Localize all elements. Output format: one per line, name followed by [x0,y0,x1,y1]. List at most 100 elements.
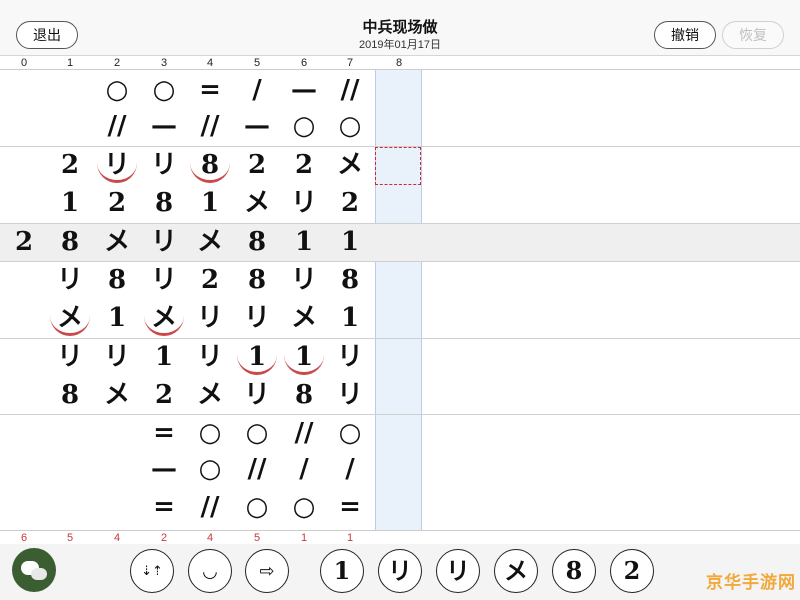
smile-button[interactable]: ◡ [188,549,232,593]
grid-cell[interactable]: リ [97,339,137,375]
grid-cell[interactable]: リ [284,185,324,221]
symbol-button-eight[interactable]: 8 [552,549,596,593]
grid-cell[interactable]: 8 [144,185,184,221]
grid-cell[interactable]: リ [237,377,277,413]
grid-cell[interactable]: 2 [4,224,44,260]
column-number: 8 [395,57,403,69]
grid-cell[interactable]: ○ [237,489,277,525]
grid-cell[interactable]: / [284,451,324,487]
watermark-logo: 京华手游网 [706,573,796,592]
grid-cell[interactable]: — [284,72,324,108]
row-divider [0,414,800,415]
grid-cell[interactable]: リ [190,300,230,336]
grid-cell[interactable]: ○ [190,415,230,451]
grid-cell[interactable]: 1 [50,185,90,221]
selected-cell[interactable] [375,147,421,185]
grid-cell[interactable]: 8 [50,377,90,413]
column-count: 2 [160,532,168,544]
column-number: 7 [346,57,354,69]
column-count: 4 [113,532,121,544]
grid-cell[interactable]: メ [237,185,277,221]
grid-cell[interactable]: ○ [237,415,277,451]
grid-cell[interactable]: 1 [190,185,230,221]
grid-cell[interactable]: // [190,108,230,144]
grid-cell[interactable]: 2 [97,185,137,221]
grid-cell[interactable]: 2 [50,147,90,183]
column-number: 2 [113,57,121,69]
grid-cell[interactable]: 8 [237,262,277,298]
grid-cell[interactable]: 8 [284,377,324,413]
smile-icon: ◡ [202,561,218,581]
redo-button[interactable]: 恢复 [722,21,784,49]
grid-cell[interactable]: / [237,72,277,108]
grid-cell[interactable]: // [284,415,324,451]
grid-cell[interactable]: メ [97,377,137,413]
grid-cell[interactable]: // [190,489,230,525]
symbol-button-ri[interactable]: リ [378,549,422,593]
exit-button[interactable]: 退出 [16,21,78,49]
grid-cell[interactable]: // [330,72,370,108]
symbol-button-ri-alt[interactable]: リ [436,549,480,593]
grid-cell[interactable]: 2 [144,377,184,413]
grid-cell[interactable]: リ [50,262,90,298]
grid-cell[interactable]: 2 [330,185,370,221]
grid-cell[interactable]: 2 [190,262,230,298]
grid-cell[interactable]: 8 [50,224,90,260]
grid-cell[interactable]: — [237,108,277,144]
wechat-icon[interactable] [12,548,56,592]
grid-cell[interactable]: メ [330,147,370,183]
grid-cell[interactable]: — [144,108,184,144]
grid-cell[interactable]: メ [50,300,90,336]
grid-cell[interactable]: ○ [284,489,324,525]
grid-cell[interactable]: メ [284,300,324,336]
grid-cell[interactable]: メ [190,224,230,260]
grid-cell[interactable]: ○ [144,72,184,108]
grid-cell[interactable]: ○ [284,108,324,144]
grid-cell[interactable]: = [144,489,184,525]
grid-cell[interactable]: / [330,451,370,487]
grid-cell[interactable]: ○ [330,415,370,451]
grid-cell[interactable]: メ [97,224,137,260]
grid-cell[interactable]: 8 [330,262,370,298]
grid-cell[interactable]: 1 [284,339,324,375]
grid-cell[interactable]: リ [330,339,370,375]
grid-cell[interactable]: 1 [330,300,370,336]
grid-cell[interactable]: 2 [237,147,277,183]
grid-cell[interactable]: // [237,451,277,487]
grid-cell[interactable]: // [97,108,137,144]
grid-cell[interactable]: リ [144,262,184,298]
grid-cell[interactable]: = [144,415,184,451]
grid-cell[interactable]: 1 [330,224,370,260]
grid-cell[interactable]: ○ [330,108,370,144]
grid-cell[interactable]: リ [97,147,137,183]
grid-cell[interactable]: — [144,451,184,487]
grid-cell[interactable]: リ [144,147,184,183]
undo-button[interactable]: 撤销 [654,21,716,49]
grid-cell[interactable]: リ [330,377,370,413]
grid-cell[interactable]: 8 [97,262,137,298]
grid-cell[interactable]: = [330,489,370,525]
grid-cell[interactable]: 8 [237,224,277,260]
grid-cell[interactable]: 1 [144,339,184,375]
symbol-button-one[interactable]: 1 [320,549,364,593]
grid-cell[interactable]: ○ [190,451,230,487]
grid-cell[interactable]: リ [190,339,230,375]
grid-cell[interactable]: リ [284,262,324,298]
grid-cell[interactable]: 2 [284,147,324,183]
grid-cell[interactable]: メ [190,377,230,413]
sort-button[interactable]: ⇣⇡ [130,549,174,593]
grid-cell[interactable]: 8 [190,147,230,183]
grid-cell[interactable]: 1 [284,224,324,260]
grid-cell[interactable]: リ [144,224,184,260]
symbol-button-me[interactable]: メ [494,549,538,593]
grid-cell[interactable]: ○ [97,72,137,108]
grid-cell[interactable]: メ [144,300,184,336]
grid-cell[interactable]: 1 [237,339,277,375]
next-button[interactable]: ⇨ [245,549,289,593]
symbol-button-two[interactable]: 2 [610,549,654,593]
grid-cell[interactable]: リ [50,339,90,375]
column-number: 5 [253,57,261,69]
grid-cell[interactable]: リ [237,300,277,336]
grid-cell[interactable]: 1 [97,300,137,336]
grid-cell[interactable]: = [190,72,230,108]
